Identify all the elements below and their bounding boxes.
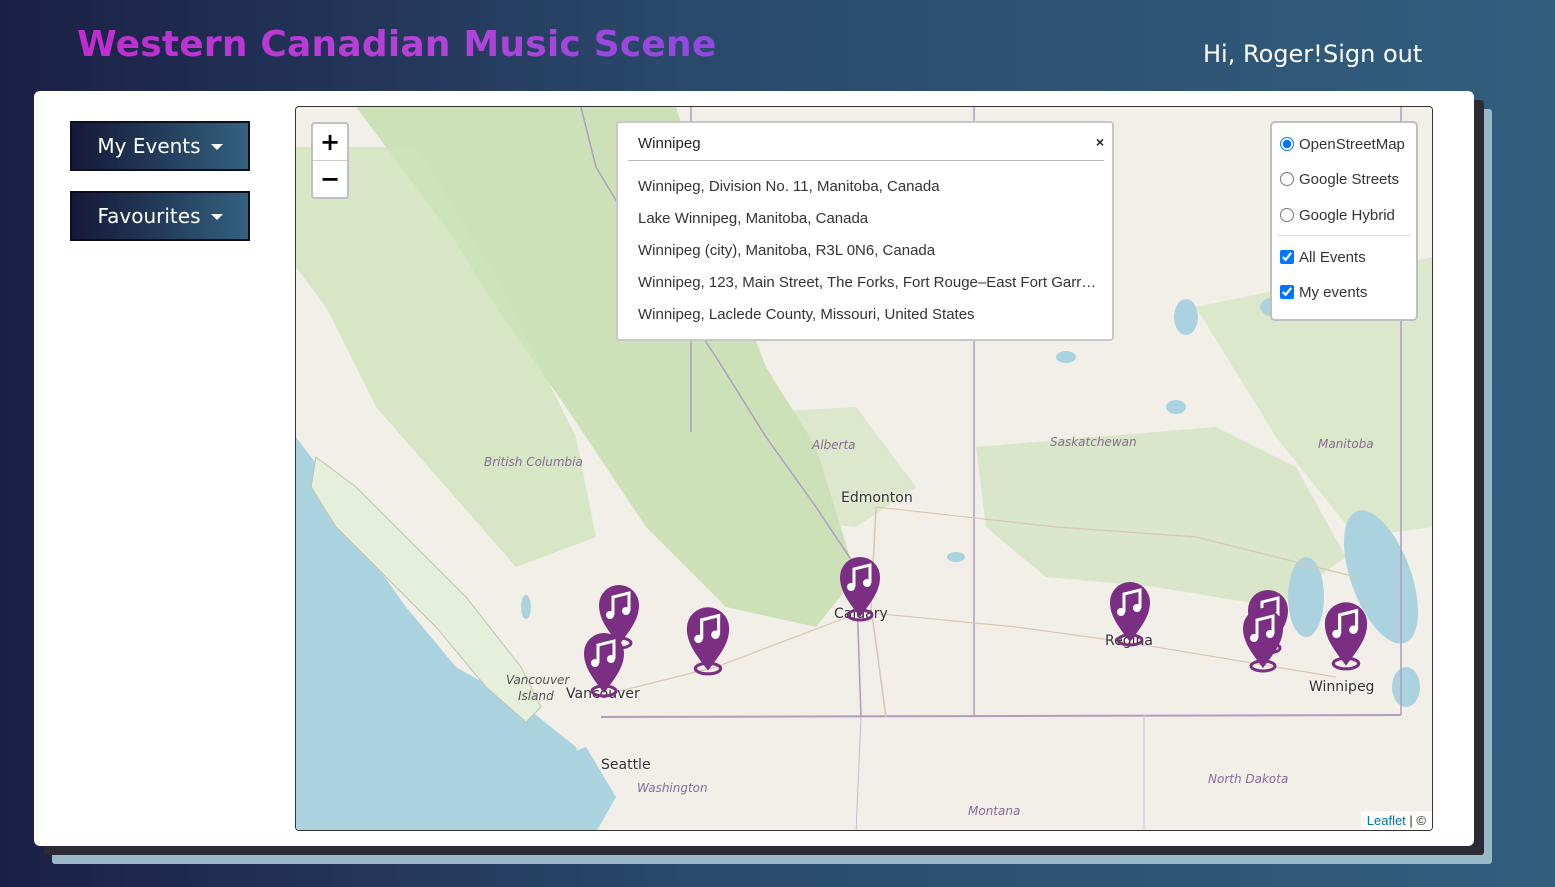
google-hybrid-radio[interactable] xyxy=(1280,208,1294,222)
zoom-control: + − xyxy=(311,122,349,199)
openstreetmap-radio[interactable] xyxy=(1280,137,1294,151)
label-vancouver-island-2: Island xyxy=(518,689,554,703)
openstreetmap-label: OpenStreetMap xyxy=(1299,135,1405,153)
label-washington: Washington xyxy=(637,781,708,795)
zoom-out-button[interactable]: − xyxy=(313,161,347,197)
label-winnipeg: Winnipeg xyxy=(1309,679,1375,695)
base-layer-google-hybrid[interactable]: Google Hybrid xyxy=(1280,204,1395,226)
overlay-all-events[interactable]: All Events xyxy=(1280,246,1366,268)
search-result-item[interactable]: Winnipeg (city), Manitoba, R3L 0N6, Cana… xyxy=(638,239,1098,271)
label-alberta: Alberta xyxy=(812,438,856,452)
label-edmonton: Edmonton xyxy=(841,490,913,506)
my-events-dropdown[interactable]: My Events xyxy=(70,121,250,171)
app-title: Western Canadian Music Scene xyxy=(77,24,717,65)
label-british-columbia: British Columbia xyxy=(484,455,583,469)
geocoder-search: × Winnipeg, Division No. 11, Manitoba, C… xyxy=(616,121,1114,341)
label-montana: Montana xyxy=(968,804,1021,818)
search-results-list: Winnipeg, Division No. 11, Manitoba, Can… xyxy=(638,175,1098,335)
main-panel: My Events Favourites British Columbia Al… xyxy=(34,91,1474,846)
event-marker[interactable] xyxy=(582,629,626,699)
zoom-in-button[interactable]: + xyxy=(313,124,347,161)
event-marker[interactable] xyxy=(1108,578,1152,648)
location-search-input[interactable] xyxy=(628,127,1104,161)
my-events-checkbox[interactable] xyxy=(1280,285,1294,299)
favourites-dropdown[interactable]: Favourites xyxy=(70,191,250,241)
leaflet-link[interactable]: Leaflet xyxy=(1367,813,1406,828)
search-result-item[interactable]: Winnipeg, Laclede County, Missouri, Unit… xyxy=(638,303,1098,335)
search-result-item[interactable]: Lake Winnipeg, Manitoba, Canada xyxy=(638,207,1098,239)
event-marker[interactable] xyxy=(1241,604,1285,674)
caret-down-icon xyxy=(210,214,223,220)
search-result-item[interactable]: Winnipeg, Division No. 11, Manitoba, Can… xyxy=(638,175,1098,207)
all-events-label: All Events xyxy=(1299,248,1366,266)
attribution-text: | © xyxy=(1405,813,1426,828)
all-events-checkbox[interactable] xyxy=(1280,250,1294,264)
label-saskatchewan: Saskatchewan xyxy=(1050,435,1137,449)
label-vancouver-island-1: Vancouver xyxy=(506,673,570,687)
my-events-overlay-label: My events xyxy=(1299,283,1368,301)
google-streets-radio[interactable] xyxy=(1280,172,1294,186)
event-marker[interactable] xyxy=(684,603,732,677)
google-hybrid-label: Google Hybrid xyxy=(1299,206,1395,224)
clear-search-icon[interactable]: × xyxy=(1096,134,1104,150)
map-view[interactable]: British Columbia Alberta Saskatchewan Ma… xyxy=(295,106,1433,831)
label-manitoba: Manitoba xyxy=(1318,437,1374,451)
layer-control: OpenStreetMap Google Streets Google Hybr… xyxy=(1270,121,1418,321)
sign-out-link[interactable]: Sign out xyxy=(1323,40,1422,68)
user-greeting: Hi, Roger! xyxy=(1203,40,1323,68)
map-attribution: Leaflet | © xyxy=(1360,811,1432,830)
favourites-label: Favourites xyxy=(97,204,201,228)
base-layer-google-streets[interactable]: Google Streets xyxy=(1280,168,1399,190)
event-marker[interactable] xyxy=(838,553,882,623)
overlay-my-events[interactable]: My events xyxy=(1280,281,1367,303)
event-marker[interactable] xyxy=(1322,598,1370,672)
caret-down-icon xyxy=(210,144,223,150)
label-seattle: Seattle xyxy=(601,757,651,773)
label-north-dakota: North Dakota xyxy=(1208,772,1289,786)
layer-divider xyxy=(1277,235,1411,236)
search-result-item[interactable]: Winnipeg, 123, Main Street, The Forks, F… xyxy=(638,271,1098,303)
google-streets-label: Google Streets xyxy=(1299,170,1400,188)
my-events-label: My Events xyxy=(97,134,201,158)
base-layer-openstreetmap[interactable]: OpenStreetMap xyxy=(1280,133,1405,155)
